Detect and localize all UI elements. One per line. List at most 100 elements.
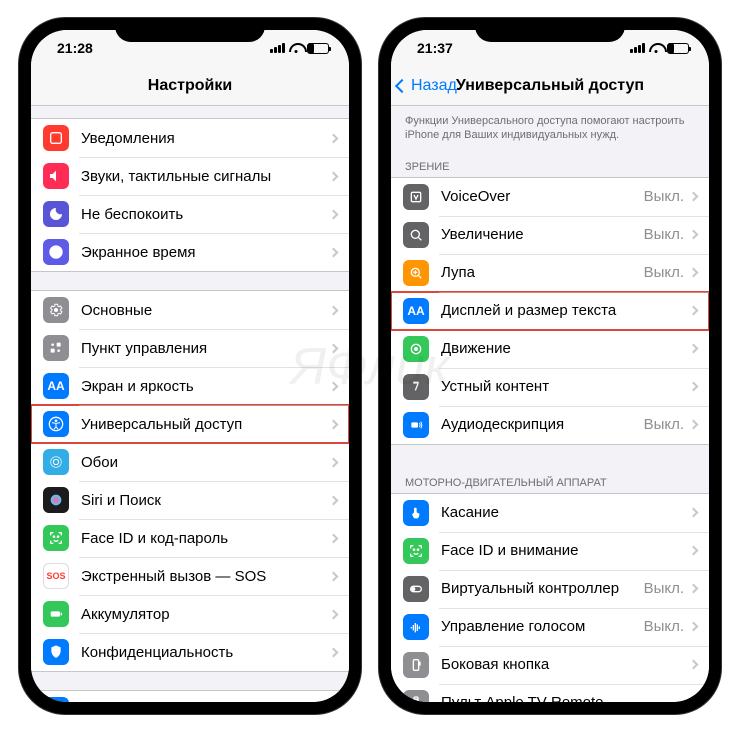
screen-left: 21:28 Настройки Уведомления Звуки, тактил… <box>31 30 349 702</box>
control-center-icon <box>43 335 69 361</box>
chevron-right-icon <box>689 420 699 430</box>
row-value: Выкл. <box>644 188 684 205</box>
settings-row[interactable]: Управление голосомВыкл. <box>391 608 709 646</box>
settings-row[interactable]: ЛупаВыкл. <box>391 254 709 292</box>
voiceover-icon <box>403 184 429 210</box>
spoken-icon <box>403 374 429 400</box>
switch-icon <box>403 576 429 602</box>
privacy-icon <box>43 639 69 665</box>
row-value: Выкл. <box>644 580 684 597</box>
settings-row[interactable]: Основные <box>31 291 349 329</box>
battery-icon <box>43 601 69 627</box>
row-label: Дисплей и размер текста <box>441 302 690 319</box>
display-icon: AA <box>43 373 69 399</box>
chevron-right-icon <box>689 230 699 240</box>
notch <box>115 18 265 42</box>
row-value: Выкл. <box>644 264 684 281</box>
zoom-icon <box>403 222 429 248</box>
chevron-right-icon <box>329 343 339 353</box>
settings-row[interactable]: Экранное время <box>31 233 349 271</box>
wallpaper-icon <box>43 449 69 475</box>
signal-icon <box>630 43 645 53</box>
sos-icon: SOS <box>43 563 69 589</box>
dnd-icon <box>43 201 69 227</box>
row-label: Конфиденциальность <box>81 644 330 661</box>
settings-row[interactable]: Устный контент <box>391 368 709 406</box>
page-title: Универсальный доступ <box>456 77 644 95</box>
chevron-right-icon <box>329 209 339 219</box>
accessibility-icon <box>43 411 69 437</box>
motion-icon <box>403 336 429 362</box>
settings-list[interactable]: Уведомления Звуки, тактильные сигналы Не б… <box>31 106 349 702</box>
chevron-right-icon <box>689 344 699 354</box>
notch <box>475 18 625 42</box>
status-time: 21:28 <box>57 40 93 56</box>
settings-group: Уведомления Звуки, тактильные сигналы Не б… <box>31 118 349 272</box>
settings-row[interactable]: УвеличениеВыкл. <box>391 216 709 254</box>
row-label: Увеличение <box>441 226 644 243</box>
settings-row[interactable]: Конфиденциальность <box>31 633 349 671</box>
settings-group: Основные Пункт управления AAЭкран и яркост… <box>31 290 349 672</box>
row-label: Лупа <box>441 264 644 281</box>
settings-row[interactable]: Уведомления <box>31 119 349 157</box>
touch-icon <box>403 500 429 526</box>
settings-row[interactable]: VoiceOverВыкл. <box>391 178 709 216</box>
settings-row[interactable]: Пункт управления <box>31 329 349 367</box>
settings-row[interactable]: AAЭкран и яркость <box>31 367 349 405</box>
page-title: Настройки <box>148 77 232 95</box>
settings-row[interactable]: Siri и Поиск <box>31 481 349 519</box>
row-value: Выкл. <box>644 226 684 243</box>
settings-row[interactable]: Касание <box>391 494 709 532</box>
settings-row[interactable]: Звуки, тактильные сигналы <box>31 157 349 195</box>
settings-row[interactable]: Пульт Apple TV Remote <box>391 684 709 702</box>
settings-row[interactable]: SOS Экстренный вызов — SOS <box>31 557 349 595</box>
settings-row[interactable]: iTunes Store и App Store <box>31 691 349 702</box>
row-label: Face ID и код-пароль <box>81 530 330 547</box>
status-indicators <box>630 43 689 54</box>
chevron-right-icon <box>689 622 699 632</box>
row-label: Движение <box>441 340 690 357</box>
row-label: Пульт Apple TV Remote <box>441 694 690 702</box>
chevron-right-icon <box>689 660 699 670</box>
settings-row[interactable]: Движение <box>391 330 709 368</box>
settings-row[interactable]: Универсальный доступ <box>31 405 349 443</box>
settings-group: VoiceOverВыкл.УвеличениеВыкл.ЛупаВыкл.AA… <box>391 177 709 445</box>
settings-group: Касание Face ID и внимание Виртуальный кон… <box>391 493 709 702</box>
accessibility-list[interactable]: Функции Универсального доступа помогают … <box>391 106 709 702</box>
row-label: Устный контент <box>441 378 690 395</box>
settings-row[interactable]: Face ID и внимание <box>391 532 709 570</box>
magnifier-icon <box>403 260 429 286</box>
settings-row[interactable]: Аккумулятор <box>31 595 349 633</box>
chevron-right-icon <box>689 268 699 278</box>
wifi-icon <box>289 43 303 53</box>
settings-row[interactable]: Боковая кнопка <box>391 646 709 684</box>
row-label: Face ID и внимание <box>441 542 690 559</box>
row-value: Выкл. <box>644 618 684 635</box>
row-label: Боковая кнопка <box>441 656 690 673</box>
settings-group: iTunes Store и App StoreWallet и Apple P… <box>31 690 349 702</box>
settings-row[interactable]: АудиодескрипцияВыкл. <box>391 406 709 444</box>
settings-row[interactable]: Face ID и код-пароль <box>31 519 349 557</box>
row-label: Уведомления <box>81 130 330 147</box>
chevron-right-icon <box>329 247 339 257</box>
settings-row[interactable]: Не беспокоить <box>31 195 349 233</box>
settings-row[interactable]: Виртуальный контроллерВыкл. <box>391 570 709 608</box>
row-label: Основные <box>81 302 330 319</box>
settings-row[interactable]: Обои <box>31 443 349 481</box>
nav-bar: Настройки <box>31 66 349 106</box>
chevron-right-icon <box>329 571 339 581</box>
signal-icon <box>270 43 285 53</box>
battery-icon <box>667 43 689 54</box>
row-label: Виртуальный контроллер <box>441 580 644 597</box>
row-label: Обои <box>81 454 330 471</box>
settings-row[interactable]: AAДисплей и размер текста <box>391 292 709 330</box>
chevron-left-icon <box>395 78 409 92</box>
back-button[interactable]: Назад <box>397 66 457 105</box>
row-label: Касание <box>441 504 690 521</box>
row-label: Не беспокоить <box>81 206 330 223</box>
chevron-right-icon <box>329 305 339 315</box>
row-label: Пункт управления <box>81 340 330 357</box>
row-label: Звуки, тактильные сигналы <box>81 168 330 185</box>
row-label: Экстренный вызов — SOS <box>81 568 330 585</box>
row-label: Аккумулятор <box>81 606 330 623</box>
